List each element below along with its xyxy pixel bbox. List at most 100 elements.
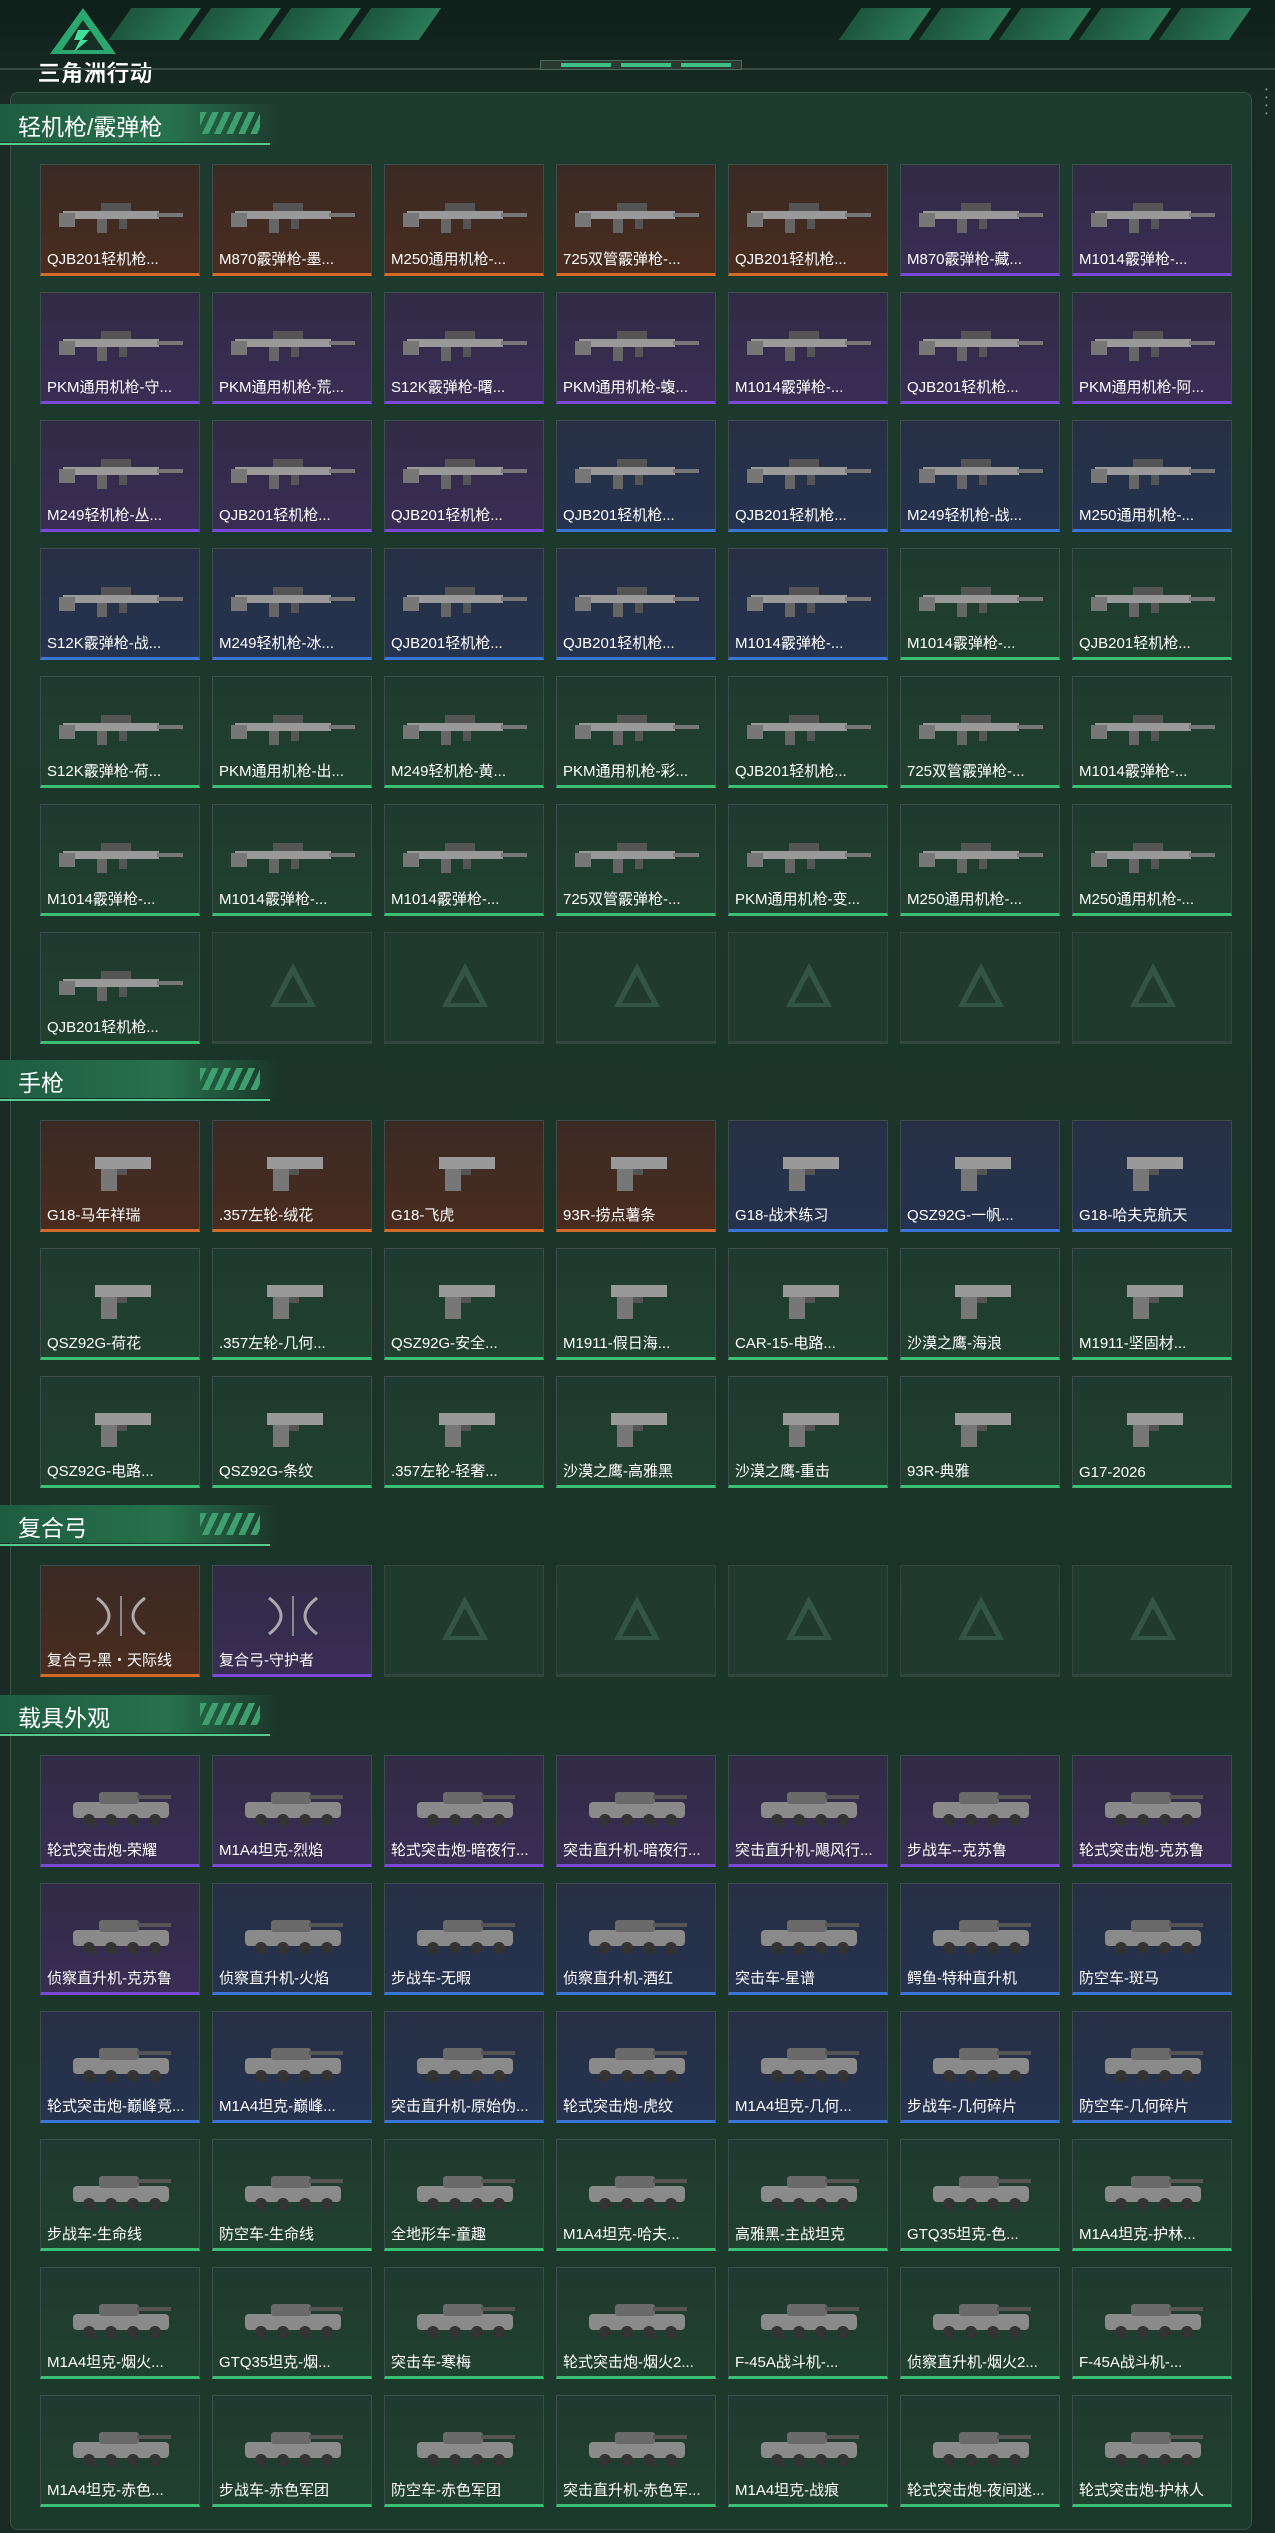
item-tile[interactable]: GTQ35坦克-烟... bbox=[212, 2267, 372, 2379]
item-tile[interactable]: 轮式突击炮-烟火2... bbox=[556, 2267, 716, 2379]
item-tile[interactable]: QJB201轻机枪... bbox=[40, 932, 200, 1044]
item-tile[interactable]: 步战车--克苏鲁 bbox=[900, 1755, 1060, 1867]
item-tile[interactable]: 侦察直升机-克苏鲁 bbox=[40, 1883, 200, 1995]
item-tile[interactable]: QJB201轻机枪... bbox=[728, 164, 888, 276]
item-tile[interactable]: 突击直升机-原始伪... bbox=[384, 2011, 544, 2123]
item-tile[interactable]: QJB201轻机枪... bbox=[728, 420, 888, 532]
item-tile[interactable]: F-45A战斗机-... bbox=[728, 2267, 888, 2379]
item-tile[interactable]: G17-2026 bbox=[1072, 1376, 1232, 1488]
item-tile[interactable]: 鳄鱼-特种直升机 bbox=[900, 1883, 1060, 1995]
item-tile[interactable]: M1014霰弹枪-... bbox=[384, 804, 544, 916]
item-tile[interactable]: 沙漠之鹰-重击 bbox=[728, 1376, 888, 1488]
item-tile[interactable]: 轮式突击炮-巅峰竞... bbox=[40, 2011, 200, 2123]
item-tile[interactable]: G18-哈夫克航天 bbox=[1072, 1120, 1232, 1232]
item-tile[interactable]: M249轻机枪-丛... bbox=[40, 420, 200, 532]
item-tile[interactable]: .357左轮-绒花 bbox=[212, 1120, 372, 1232]
item-tile[interactable]: M870霰弹枪-墨... bbox=[212, 164, 372, 276]
item-tile[interactable]: G18-战术练习 bbox=[728, 1120, 888, 1232]
item-tile[interactable]: G18-飞虎 bbox=[384, 1120, 544, 1232]
item-tile[interactable]: M1014霰弹枪-... bbox=[728, 548, 888, 660]
item-tile[interactable]: PKM通用机枪-守... bbox=[40, 292, 200, 404]
item-tile[interactable]: QSZ92G-条纹 bbox=[212, 1376, 372, 1488]
item-tile[interactable]: QJB201轻机枪... bbox=[384, 420, 544, 532]
item-tile[interactable]: QJB201轻机枪... bbox=[1072, 548, 1232, 660]
item-tile[interactable]: 沙漠之鹰-高雅黑 bbox=[556, 1376, 716, 1488]
item-tile[interactable]: QJB201轻机枪... bbox=[556, 548, 716, 660]
item-tile[interactable]: 轮式突击炮-夜间迷... bbox=[900, 2395, 1060, 2507]
item-tile[interactable]: PKM通用机枪-出... bbox=[212, 676, 372, 788]
item-tile[interactable]: 侦察直升机-酒红 bbox=[556, 1883, 716, 1995]
item-tile[interactable]: QJB201轻机枪... bbox=[728, 676, 888, 788]
item-tile[interactable]: GTQ35坦克-色... bbox=[900, 2139, 1060, 2251]
item-tile[interactable]: PKM通用机枪-蝮... bbox=[556, 292, 716, 404]
more-icon[interactable]: • • • • bbox=[1265, 86, 1269, 118]
item-tile[interactable]: M1A4坦克-赤色... bbox=[40, 2395, 200, 2507]
item-tile[interactable]: M1A4坦克-巅峰... bbox=[212, 2011, 372, 2123]
item-tile[interactable]: QJB201轻机枪... bbox=[212, 420, 372, 532]
item-tile[interactable]: M1911-假日海... bbox=[556, 1248, 716, 1360]
item-tile[interactable]: 突击车-星谱 bbox=[728, 1883, 888, 1995]
item-tile[interactable]: S12K霰弹枪-曙... bbox=[384, 292, 544, 404]
item-tile[interactable]: M1911-坚固材... bbox=[1072, 1248, 1232, 1360]
item-tile[interactable]: 轮式突击炮-克苏鲁 bbox=[1072, 1755, 1232, 1867]
item-tile[interactable]: M1A4坦克-哈夫... bbox=[556, 2139, 716, 2251]
item-tile[interactable]: M870霰弹枪-藏... bbox=[900, 164, 1060, 276]
item-tile[interactable]: M1014霰弹枪-... bbox=[212, 804, 372, 916]
item-tile[interactable]: M1014霰弹枪-... bbox=[1072, 676, 1232, 788]
item-tile[interactable]: PKM通用机枪-荒... bbox=[212, 292, 372, 404]
item-tile[interactable]: CAR-15-电路... bbox=[728, 1248, 888, 1360]
item-tile[interactable]: 突击直升机-赤色军... bbox=[556, 2395, 716, 2507]
item-tile[interactable]: QSZ92G-电路... bbox=[40, 1376, 200, 1488]
item-tile[interactable]: QSZ92G-安全... bbox=[384, 1248, 544, 1360]
item-tile[interactable]: .357左轮-几何... bbox=[212, 1248, 372, 1360]
item-tile[interactable]: 突击车-寒梅 bbox=[384, 2267, 544, 2379]
item-tile[interactable]: 突击直升机-暗夜行... bbox=[556, 1755, 716, 1867]
item-tile[interactable]: 防空车-斑马 bbox=[1072, 1883, 1232, 1995]
item-tile[interactable]: M250通用机枪-... bbox=[1072, 420, 1232, 532]
item-tile[interactable]: 轮式突击炮-荣耀 bbox=[40, 1755, 200, 1867]
item-tile[interactable]: M1A4坦克-战痕 bbox=[728, 2395, 888, 2507]
item-tile[interactable]: 侦察直升机-火焰 bbox=[212, 1883, 372, 1995]
item-tile[interactable]: S12K霰弹枪-战... bbox=[40, 548, 200, 660]
item-tile[interactable]: QJB201轻机枪... bbox=[384, 548, 544, 660]
item-tile[interactable]: S12K霰弹枪-荷... bbox=[40, 676, 200, 788]
item-tile[interactable]: M250通用机枪-... bbox=[1072, 804, 1232, 916]
item-tile[interactable]: QJB201轻机枪... bbox=[900, 292, 1060, 404]
item-tile[interactable]: 725双管霰弹枪-... bbox=[900, 676, 1060, 788]
item-tile[interactable]: 步战车-生命线 bbox=[40, 2139, 200, 2251]
item-tile[interactable]: 轮式突击炮-护林人 bbox=[1072, 2395, 1232, 2507]
item-tile[interactable]: PKM通用机枪-阿... bbox=[1072, 292, 1232, 404]
item-tile[interactable]: 725双管霰弹枪-... bbox=[556, 164, 716, 276]
item-tile[interactable]: .357左轮-轻奢... bbox=[384, 1376, 544, 1488]
item-tile[interactable]: 复合弓-黑・天际线 bbox=[40, 1565, 200, 1677]
item-tile[interactable]: 全地形车-童趣 bbox=[384, 2139, 544, 2251]
item-tile[interactable]: M1A4坦克-烟火... bbox=[40, 2267, 200, 2379]
item-tile[interactable]: 高雅黑-主战坦克 bbox=[728, 2139, 888, 2251]
item-tile[interactable]: F-45A战斗机-... bbox=[1072, 2267, 1232, 2379]
item-tile[interactable]: 复合弓-守护者 bbox=[212, 1565, 372, 1677]
item-tile[interactable]: 步战车-几何碎片 bbox=[900, 2011, 1060, 2123]
item-tile[interactable]: QJB201轻机枪... bbox=[556, 420, 716, 532]
item-tile[interactable]: 突击直升机-飓风行... bbox=[728, 1755, 888, 1867]
item-tile[interactable]: M1A4坦克-护林... bbox=[1072, 2139, 1232, 2251]
item-tile[interactable]: M1014霰弹枪-... bbox=[1072, 164, 1232, 276]
item-tile[interactable]: PKM通用机枪-变... bbox=[728, 804, 888, 916]
item-tile[interactable]: QSZ92G-一帆... bbox=[900, 1120, 1060, 1232]
item-tile[interactable]: M1014霰弹枪-... bbox=[40, 804, 200, 916]
item-tile[interactable]: 沙漠之鹰-海浪 bbox=[900, 1248, 1060, 1360]
item-tile[interactable]: 步战车-赤色军团 bbox=[212, 2395, 372, 2507]
item-tile[interactable]: M249轻机枪-黄... bbox=[384, 676, 544, 788]
item-tile[interactable]: QSZ92G-荷花 bbox=[40, 1248, 200, 1360]
item-tile[interactable]: 防空车-生命线 bbox=[212, 2139, 372, 2251]
item-tile[interactable]: M1A4坦克-烈焰 bbox=[212, 1755, 372, 1867]
item-tile[interactable]: QJB201轻机枪... bbox=[40, 164, 200, 276]
item-tile[interactable]: PKM通用机枪-彩... bbox=[556, 676, 716, 788]
item-tile[interactable]: M250通用机枪-... bbox=[384, 164, 544, 276]
item-tile[interactable]: 93R-捞点薯条 bbox=[556, 1120, 716, 1232]
item-tile[interactable]: 步战车-无暇 bbox=[384, 1883, 544, 1995]
item-tile[interactable]: M1014霰弹枪-... bbox=[900, 548, 1060, 660]
item-tile[interactable]: G18-马年祥瑞 bbox=[40, 1120, 200, 1232]
item-tile[interactable]: M1A4坦克-几何... bbox=[728, 2011, 888, 2123]
item-tile[interactable]: M1014霰弹枪-... bbox=[728, 292, 888, 404]
item-tile[interactable]: 93R-典雅 bbox=[900, 1376, 1060, 1488]
